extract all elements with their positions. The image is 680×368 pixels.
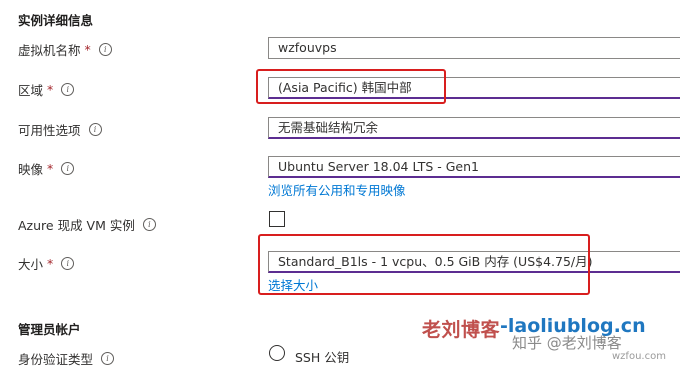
info-icon[interactable]: i: [61, 83, 75, 96]
info-icon[interactable]: i: [61, 162, 75, 175]
size-label-text: 大小: [18, 257, 44, 272]
info-icon[interactable]: i: [101, 352, 115, 365]
availability-label-text: 可用性选项: [18, 123, 81, 138]
availability-label: 可用性选项 i: [18, 120, 102, 139]
required-asterisk: *: [47, 161, 54, 176]
spot-label: Azure 现成 VM 实例 i: [18, 215, 156, 234]
vm-name-label: 虚拟机名称 * i: [18, 40, 112, 59]
spot-label-text: Azure 现成 VM 实例: [18, 218, 135, 233]
required-asterisk: *: [47, 82, 54, 97]
section-title-admin-account: 管理员帐户: [18, 322, 81, 337]
vm-name-input[interactable]: wzfouvps: [268, 37, 680, 59]
spot-checkbox[interactable]: [269, 211, 285, 227]
region-label: 区域 * i: [18, 80, 75, 99]
info-icon[interactable]: i: [142, 218, 156, 231]
watermark-small: wzfou.com: [612, 351, 666, 362]
required-asterisk: *: [84, 42, 91, 57]
info-icon[interactable]: i: [98, 43, 112, 56]
region-highlight-box: [256, 69, 446, 104]
watermark-site-name: 老刘博客: [422, 319, 501, 341]
ssh-radio-label: SSH 公钥: [295, 350, 350, 365]
vm-name-label-text: 虚拟机名称: [18, 43, 81, 58]
region-label-text: 区域: [18, 83, 44, 98]
section-title-instance-details: 实例详细信息: [18, 13, 94, 28]
image-label-text: 映像: [18, 162, 44, 177]
auth-type-label-text: 身份验证类型: [18, 352, 94, 367]
auth-type-label: 身份验证类型 i: [18, 349, 115, 368]
image-label: 映像 * i: [18, 159, 75, 178]
info-icon[interactable]: i: [88, 123, 102, 136]
ssh-radio[interactable]: [269, 345, 285, 361]
image-select[interactable]: Ubuntu Server 18.04 LTS - Gen1: [268, 156, 680, 178]
watermark-zhihu: 知乎 @老刘博客: [512, 334, 622, 352]
browse-images-link[interactable]: 浏览所有公用和专用映像: [268, 180, 406, 199]
required-asterisk: *: [47, 256, 54, 271]
availability-select[interactable]: 无需基础结构冗余: [268, 117, 680, 139]
size-label: 大小 * i: [18, 254, 75, 273]
info-icon[interactable]: i: [61, 257, 75, 270]
size-highlight-box: [258, 234, 590, 295]
